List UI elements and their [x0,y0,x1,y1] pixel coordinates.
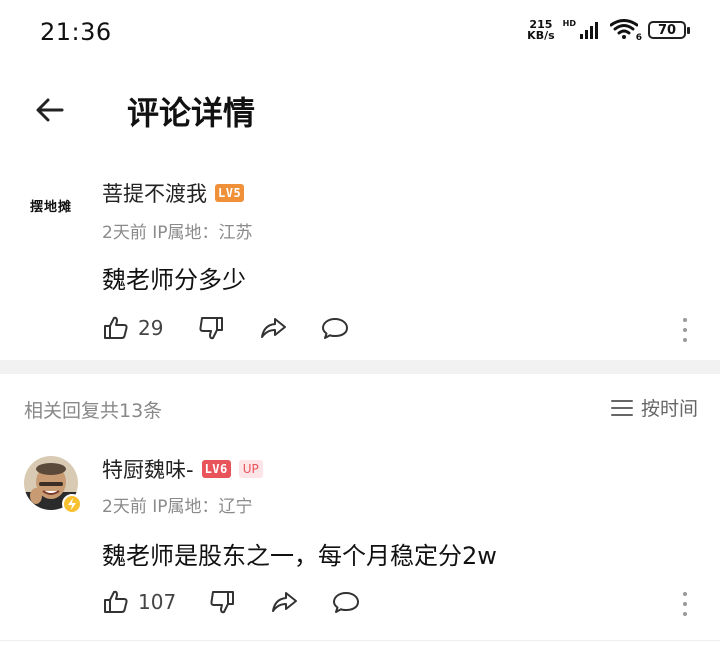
replies-header: 相关回复共13条 按时间 [0,392,720,426]
avatar[interactable] [24,456,82,514]
signal-icon [580,22,598,39]
level-badge: LV5 [215,184,245,202]
dot-icon [683,612,687,616]
dislike-button[interactable] [208,588,236,616]
dot-icon [683,328,687,332]
wifi-badge: 6 [635,33,642,43]
dot-icon [683,592,687,596]
sort-button[interactable]: 按时间 [610,394,698,421]
share-button[interactable] [270,588,298,616]
avatar[interactable]: 摆地摊 [24,178,78,232]
net-speed-unit: KB/s [527,29,555,42]
reply-actions: 107 [102,588,360,616]
status-icons: 215 KB/s HD 6 70 [527,18,690,43]
section-divider [0,360,720,374]
dislike-button[interactable] [197,314,225,342]
main-comment: 摆地摊 菩提不渡我 LV5 2天前 IP属地：江苏 魏老师分多少 29 [0,170,720,360]
dot-icon [683,602,687,606]
reply-comment: 特厨魏味- LV6 UP 2天前 IP属地：辽宁 魏老师是股东之一，每个月稳定分… [0,450,720,640]
status-bar: 21:36 215 KB/s HD 6 70 [0,0,720,66]
replies-count: 相关回复共13条 [24,400,163,422]
more-options-button[interactable] [680,318,690,342]
hd-label: HD [562,18,576,28]
like-button[interactable]: 107 [102,588,176,616]
share-button[interactable] [259,314,287,342]
status-time: 21:36 [40,18,112,46]
reply-name-row: 特厨魏味- LV6 UP [102,454,263,484]
level-badge: LV6 [201,460,231,478]
comment-bubble-icon [333,592,360,613]
username[interactable]: 特厨魏味- [102,454,194,484]
reply-text[interactable]: 魏老师是股东之一，每个月稳定分2w [102,536,497,571]
share-icon [272,592,298,612]
wifi-icon [609,19,639,39]
wifi: 6 [609,19,642,43]
comment-meta: 2天前 IP属地：江苏 [102,223,253,243]
more-options-button[interactable] [680,592,690,616]
battery-indicator: 70 [648,21,690,39]
comment-actions: 29 [102,314,349,342]
thumbs-down-icon [210,591,235,614]
username[interactable]: 菩提不渡我 [102,178,207,208]
reply-button[interactable] [332,588,360,616]
row-divider [0,640,720,641]
like-button[interactable]: 29 [102,314,163,342]
thumbs-down-icon [199,317,224,340]
battery-level: 70 [657,22,677,38]
dot-icon [683,318,687,322]
up-badge: UP [238,460,263,478]
reply-meta: 2天前 IP属地：辽宁 [102,497,253,517]
comment-text[interactable]: 魏老师分多少 [102,260,246,295]
thumbs-up-icon [104,590,128,613]
avatar-logo-text: 摆地摊 [29,199,72,215]
like-count: 29 [138,316,164,340]
dot-icon [683,338,687,342]
like-count: 107 [138,590,177,614]
main-comment-name-row: 菩提不渡我 LV5 [102,178,245,208]
net-speed: 215 KB/s [527,19,554,41]
reply-button[interactable] [321,314,349,342]
list-icon [610,399,633,416]
share-icon [261,318,287,338]
comment-bubble-icon [322,318,349,339]
verified-badge-icon [62,494,82,514]
page-header: 评论详情 [0,76,720,146]
back-arrow-icon[interactable] [34,94,66,126]
page-title: 评论详情 [127,94,256,132]
sort-label: 按时间 [640,398,698,420]
thumbs-up-icon [104,316,128,339]
